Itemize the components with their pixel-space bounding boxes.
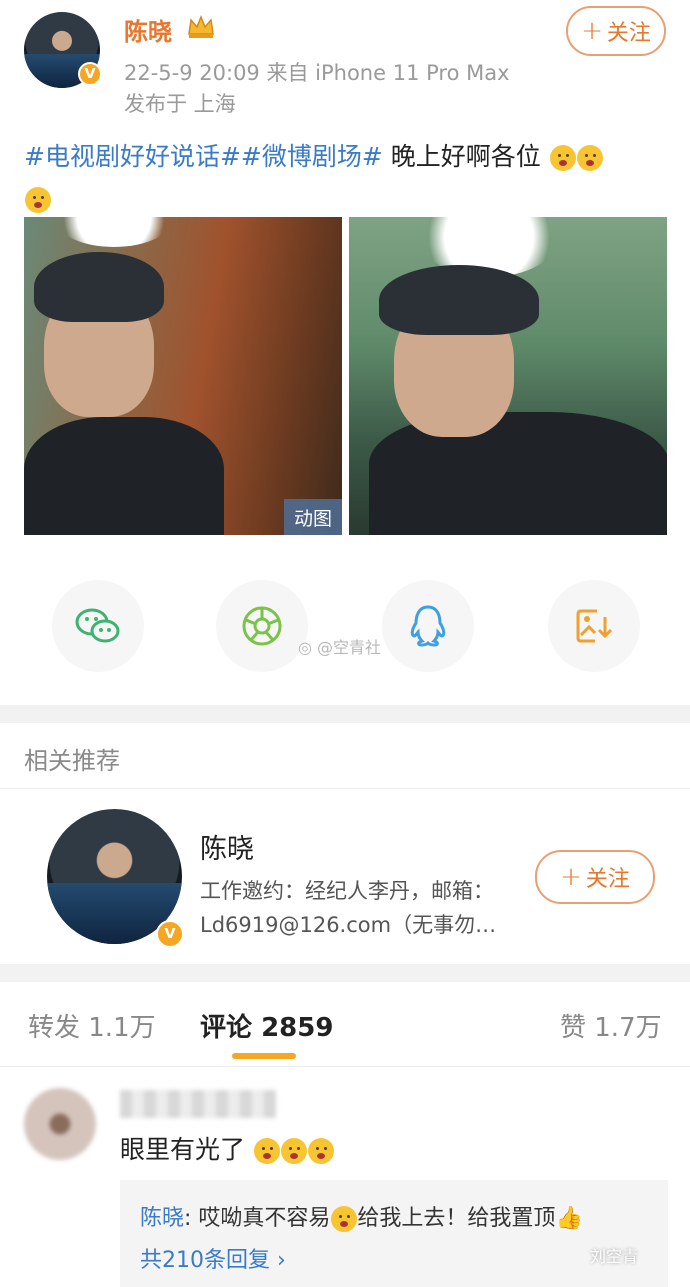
post-body: #电视剧好好说话##微博剧场# 晚上好啊各位	[24, 136, 664, 220]
laughing-tears-emoji-icon	[253, 1138, 280, 1164]
post-image-gif[interactable]: 动图	[24, 217, 342, 535]
thumbs-up-icon: 👍	[555, 1206, 583, 1231]
verified-badge-icon	[156, 920, 184, 948]
tab-comments-label: 评论	[200, 1013, 253, 1043]
corner-watermark: 刘空青	[590, 1247, 639, 1266]
post-timestamp-source: 22-5-9 20:09 来自 iPhone 11 Pro Max	[124, 61, 510, 85]
commenter-avatar[interactable]	[24, 1088, 96, 1160]
reply-text: : 哎呦真不容易	[184, 1206, 331, 1231]
related-section-title: 相关推荐	[24, 747, 120, 775]
post-header: 陈晓 22-5-9 20:09 来自 iPhone 11 Pro Max 发布于…	[0, 0, 690, 125]
watermark-text: @空青社	[317, 638, 382, 657]
crown-icon	[188, 14, 214, 38]
recommend-description: 工作邀约：经纪人李丹，邮箱： Ld6919@126.com（无事勿…	[200, 874, 530, 942]
tab-repost[interactable]: 转发 1.1万	[28, 1007, 156, 1044]
reply-line: 陈晓: 哎呦真不容易 给我上去！给我置顶👍	[140, 1200, 583, 1232]
tab-comments-count: 2859	[261, 1013, 334, 1043]
save-image-icon	[576, 609, 613, 643]
hashtag-link[interactable]: #微博剧场#	[241, 142, 383, 171]
shock-emoji-icon	[549, 145, 576, 171]
share-qq-button[interactable]	[382, 580, 474, 672]
save-image-button[interactable]	[548, 580, 640, 672]
follow-label: 关注	[606, 21, 651, 46]
image-watermark: ◎ @空青社	[298, 634, 381, 658]
reply-text: 给我上去！给我置顶	[357, 1206, 556, 1231]
shock-emoji-icon	[576, 145, 603, 171]
reply-author[interactable]: 陈晓	[140, 1206, 184, 1231]
reply-preview[interactable]: 陈晓: 哎呦真不容易 给我上去！给我置顶👍 共210条回复 ›	[120, 1180, 668, 1287]
divider	[0, 1066, 690, 1067]
moments-icon	[242, 606, 282, 646]
share-wechat-button[interactable]	[52, 580, 144, 672]
post-text: 晚上好啊各位	[382, 142, 541, 171]
active-tab-indicator	[232, 1053, 296, 1059]
shock-emoji-icon	[25, 187, 51, 213]
follow-button[interactable]: + 关注	[566, 6, 666, 56]
section-gap	[0, 705, 690, 723]
tab-likes[interactable]: 赞 1.7万	[560, 1007, 662, 1044]
plus-icon: +	[560, 862, 582, 892]
gif-badge: 动图	[284, 499, 342, 535]
crying-emoji-icon	[331, 1206, 358, 1232]
share-bar	[0, 580, 690, 675]
qq-icon	[410, 605, 446, 647]
recommend-name[interactable]: 陈晓	[200, 827, 254, 866]
share-moments-button[interactable]	[216, 580, 308, 672]
comment-body: 眼里有光了	[120, 1130, 334, 1166]
follow-label: 关注	[585, 867, 630, 892]
divider	[0, 788, 690, 789]
post-image[interactable]	[349, 217, 667, 535]
tab-comments[interactable]: 评论 2859	[200, 1007, 333, 1044]
laughing-tears-emoji-icon	[307, 1138, 334, 1164]
hashtag-link[interactable]: #电视剧好好说话#	[24, 142, 241, 171]
recommend-follow-button[interactable]: + 关注	[535, 850, 655, 904]
weibo-icon: ◎	[298, 638, 318, 657]
recommend-desc-line: 工作邀约：经纪人李丹，邮箱：	[200, 879, 494, 903]
verified-badge-icon	[78, 62, 102, 86]
wechat-icon	[75, 608, 120, 643]
view-all-replies-link[interactable]: 共210条回复 ›	[140, 1242, 286, 1274]
author-name[interactable]: 陈晓	[124, 12, 172, 47]
plus-icon: +	[581, 16, 603, 46]
recommend-desc-line: Ld6919@126.com（无事勿…	[200, 913, 497, 937]
laughing-tears-emoji-icon	[280, 1138, 307, 1164]
comment-text: 眼里有光了	[120, 1135, 246, 1164]
commenter-name-blurred	[120, 1090, 276, 1118]
post-location: 发布于 上海	[124, 92, 236, 116]
section-gap	[0, 964, 690, 982]
